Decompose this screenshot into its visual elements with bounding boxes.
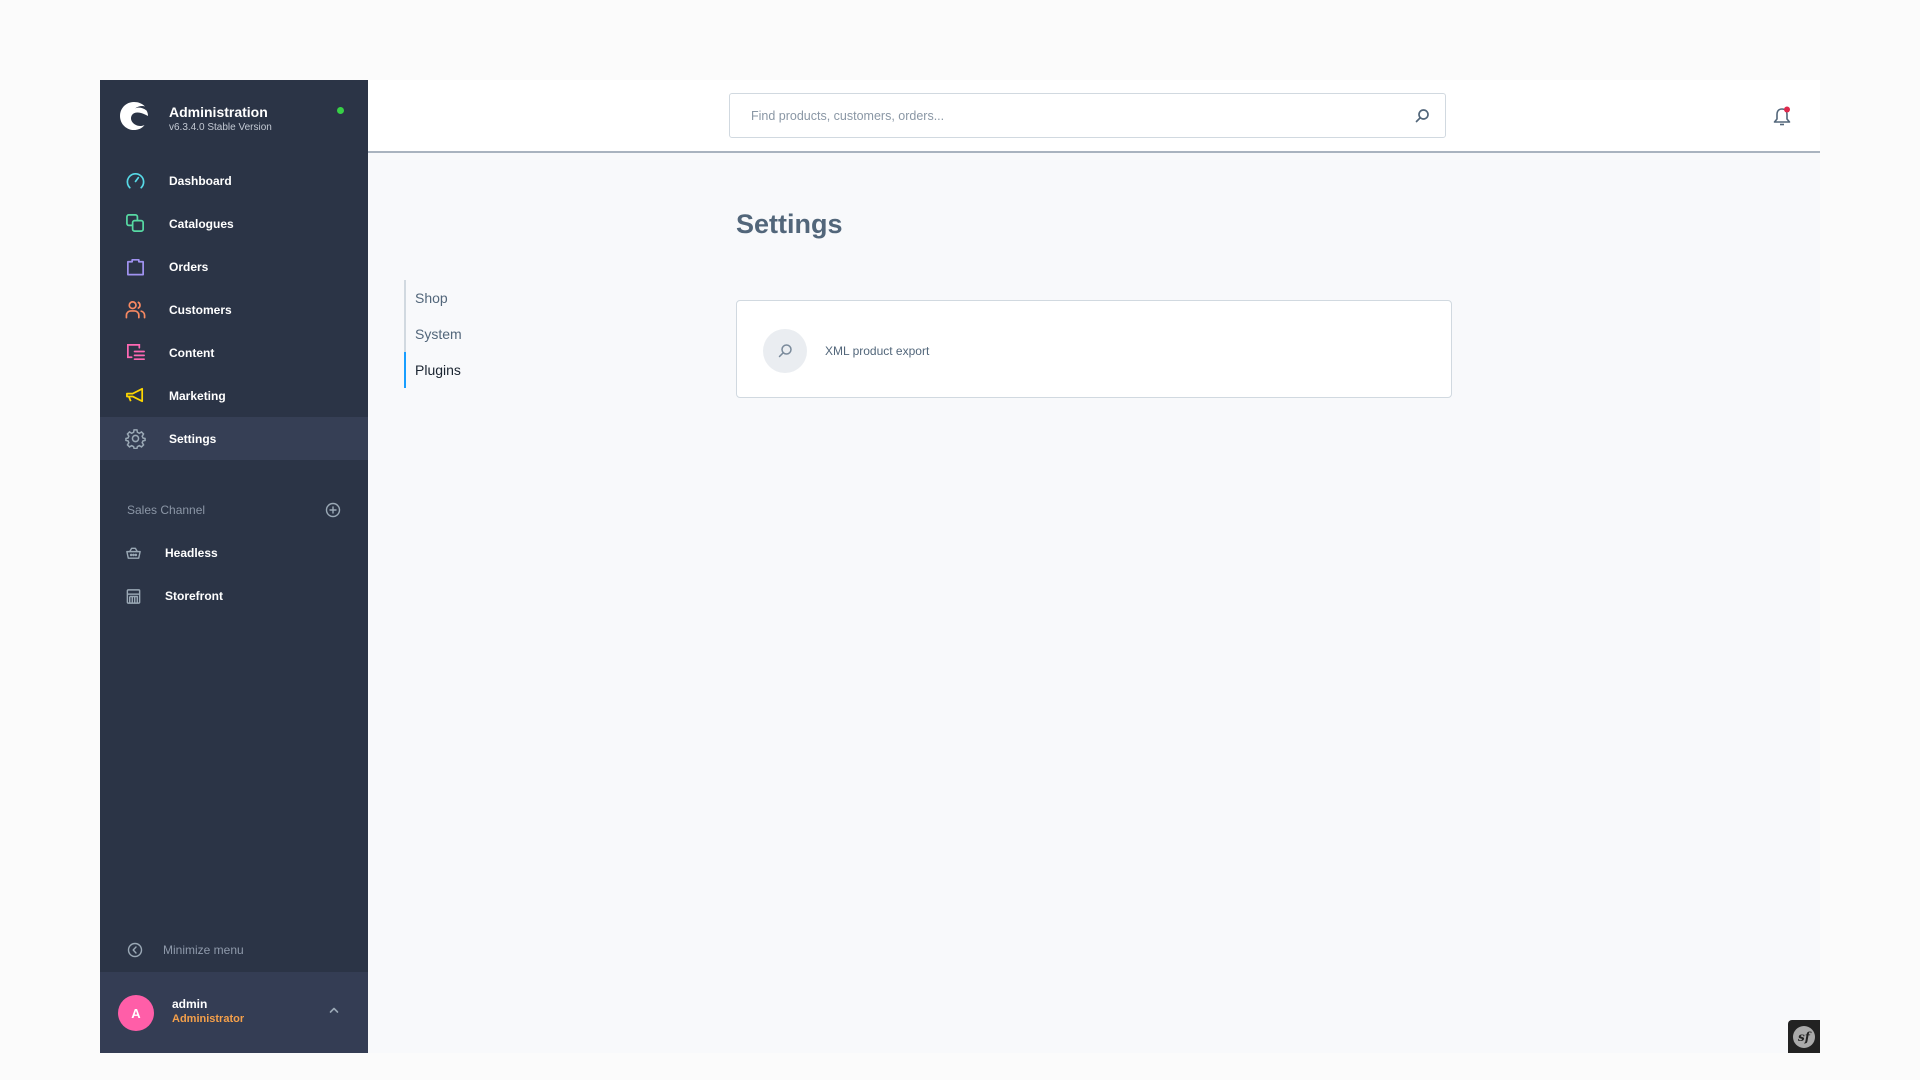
main-navigation: Dashboard Catalogues Orders Customers Co… (100, 159, 368, 460)
symfony-logo-icon: sf (1793, 1025, 1815, 1048)
user-name: admin (172, 997, 208, 1011)
minimize-menu-button[interactable]: Minimize menu (100, 928, 368, 972)
content-list-icon (127, 344, 145, 361)
customers-users-icon (125, 301, 146, 319)
sales-channel-list: Headless Storefront (100, 532, 368, 618)
admin-window: Administration v6.3.4.0 Stable Version D… (100, 80, 1820, 1053)
shopware-logo-icon (120, 102, 148, 130)
nav-item-orders[interactable]: Orders (100, 245, 368, 288)
nav-item-dashboard[interactable]: Dashboard (100, 159, 368, 202)
top-bar (368, 80, 1820, 153)
search-icon[interactable] (1414, 108, 1430, 124)
user-role: Administrator (172, 1013, 245, 1025)
nav-item-content[interactable]: Content (100, 331, 368, 374)
search-input[interactable] (730, 94, 1445, 137)
settings-item-label: XML product export (825, 344, 930, 358)
global-search (729, 93, 1446, 138)
nav-label: Settings (169, 431, 217, 446)
avatar: A (118, 995, 154, 1031)
tab-system[interactable]: System (404, 316, 604, 352)
sales-channel-item-headless[interactable]: Headless (100, 532, 368, 575)
sales-channel-title: Sales Channel (127, 503, 206, 517)
storefront-icon (126, 589, 141, 604)
settings-item-icon-wrapper (763, 329, 807, 373)
settings-tabs: Shop System Plugins (404, 280, 604, 388)
nav-item-marketing[interactable]: Marketing (100, 374, 368, 417)
nav-label: Marketing (169, 388, 226, 403)
settings-gear-icon (125, 429, 146, 449)
plugins-settings-card: XML product export (736, 300, 1452, 398)
tab-plugins[interactable]: Plugins (404, 352, 604, 388)
sales-channel-header: Sales Channel (100, 495, 368, 525)
nav-item-settings[interactable]: Settings (100, 417, 368, 460)
nav-item-customers[interactable]: Customers (100, 288, 368, 331)
symfony-debug-toolbar-toggle[interactable]: sf (1788, 1020, 1820, 1053)
chevron-left-circle-icon (127, 942, 143, 958)
brand-header: Administration v6.3.4.0 Stable Version (100, 80, 368, 152)
nav-label: Catalogues (169, 216, 234, 231)
dashboard-gauge-icon (126, 173, 145, 189)
user-menu[interactable]: A admin Administrator (100, 972, 368, 1053)
nav-label: Content (169, 345, 215, 360)
online-status-dot (337, 107, 344, 114)
chevron-up-icon[interactable] (328, 1005, 340, 1015)
notifications-bell-icon[interactable] (1772, 106, 1792, 128)
tab-shop[interactable]: Shop (404, 280, 604, 316)
app-version: v6.3.4.0 Stable Version (169, 122, 272, 133)
settings-item-xml-product-export[interactable]: XML product export (763, 329, 1063, 373)
sales-channel-item-storefront[interactable]: Storefront (100, 575, 368, 618)
search-icon (778, 344, 792, 358)
nav-item-catalogues[interactable]: Catalogues (100, 202, 368, 245)
catalogues-layers-icon (126, 214, 144, 232)
orders-bag-icon (127, 258, 144, 276)
app-title: Administration (169, 104, 268, 120)
minimize-menu-label: Minimize menu (163, 943, 244, 957)
sidebar: Administration v6.3.4.0 Stable Version D… (100, 80, 368, 1053)
page-title: Settings (736, 209, 843, 239)
plus-circle-icon[interactable] (325, 502, 341, 518)
marketing-megaphone-icon (126, 387, 144, 403)
nav-label: Orders (169, 259, 209, 274)
nav-label: Customers (169, 302, 232, 317)
basket-icon (126, 547, 141, 559)
sales-channel-label: Headless (165, 546, 218, 560)
nav-label: Dashboard (169, 173, 232, 188)
sales-channel-label: Storefront (165, 589, 223, 603)
